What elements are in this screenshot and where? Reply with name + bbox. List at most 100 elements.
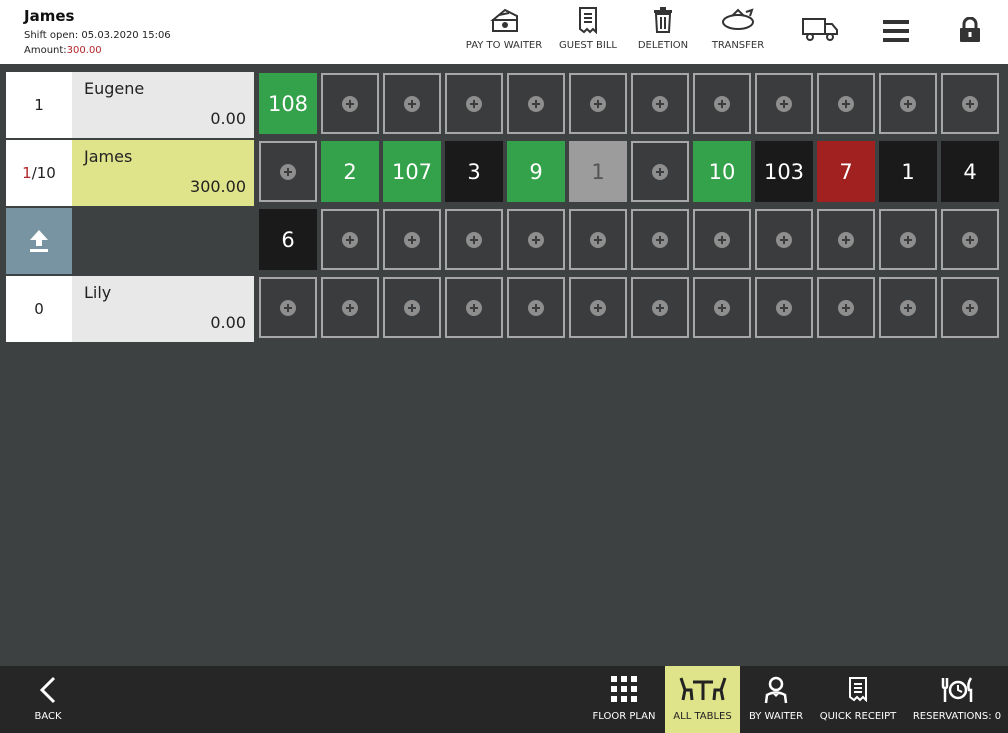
table-cell[interactable]: 3 [445, 141, 503, 202]
table-cell[interactable]: 7 [817, 141, 875, 202]
plus-icon [838, 299, 854, 316]
plus-icon [962, 231, 978, 248]
add-table-button[interactable] [321, 209, 379, 270]
add-table-button[interactable] [383, 277, 441, 338]
waiter-name-label: James [84, 147, 133, 166]
plus-icon [404, 231, 420, 248]
delivery-button[interactable] [800, 16, 840, 68]
plus-icon [342, 95, 358, 112]
quick-receipt-button[interactable]: QUICK RECEIPT [819, 666, 897, 733]
add-table-button[interactable] [445, 73, 503, 134]
table-cell[interactable]: 2 [321, 141, 379, 202]
plus-icon [280, 163, 296, 180]
table-cell[interactable]: 108 [259, 73, 317, 134]
plus-icon [652, 163, 668, 180]
add-table-button[interactable] [879, 209, 937, 270]
waiter-info: Eugene 0.00 [72, 72, 254, 138]
add-table-button[interactable] [569, 277, 627, 338]
plus-icon [590, 231, 606, 248]
plus-icon [652, 95, 668, 112]
add-table-button[interactable] [631, 209, 689, 270]
add-table-button[interactable] [693, 73, 751, 134]
add-table-button[interactable] [879, 277, 937, 338]
add-table-button[interactable] [631, 73, 689, 134]
guest-bill-label: GUEST BILL [559, 40, 617, 51]
add-table-button[interactable] [941, 209, 999, 270]
deletion-button[interactable]: DELETION [637, 6, 689, 58]
add-table-button[interactable] [259, 141, 317, 202]
table-cell[interactable]: 1 [569, 141, 627, 202]
total-count: /10 [31, 164, 56, 182]
add-table-button[interactable] [941, 73, 999, 134]
truck-icon [802, 18, 838, 41]
plus-icon [590, 95, 606, 112]
reservations-button[interactable]: RESERVATIONS: 0 [912, 666, 1002, 733]
add-table-button[interactable] [693, 277, 751, 338]
plus-icon [404, 95, 420, 112]
expand-up-button[interactable] [6, 208, 72, 274]
amount-label: Amount: [24, 45, 67, 56]
add-table-button[interactable] [259, 277, 317, 338]
waiter-info: Lily 0.00 [72, 276, 254, 342]
plus-icon [404, 299, 420, 316]
add-table-button[interactable] [817, 73, 875, 134]
waiter-row-eugene[interactable]: 1 Eugene 0.00 [6, 72, 254, 138]
plus-icon [900, 95, 916, 112]
plus-icon [342, 231, 358, 248]
menu-button[interactable] [882, 20, 910, 72]
table-cell[interactable]: 107 [383, 141, 441, 202]
add-table-button[interactable] [445, 209, 503, 270]
add-table-button[interactable] [941, 277, 999, 338]
add-table-button[interactable] [507, 277, 565, 338]
waiter-table-count: 0 [6, 276, 72, 342]
add-table-button[interactable] [817, 277, 875, 338]
add-table-button[interactable] [507, 73, 565, 134]
all-tables-button[interactable]: ALL TABLES [665, 666, 740, 733]
trash-icon [654, 7, 672, 33]
lock-button[interactable] [958, 17, 982, 69]
plus-icon [900, 299, 916, 316]
plus-icon [528, 231, 544, 248]
amount-info: Amount:300.00 [24, 45, 102, 56]
add-table-button[interactable] [507, 209, 565, 270]
add-table-button[interactable] [817, 209, 875, 270]
table-cell[interactable]: 9 [507, 141, 565, 202]
add-table-button[interactable] [569, 209, 627, 270]
plus-icon [714, 231, 730, 248]
back-label: BACK [34, 711, 62, 722]
add-table-button[interactable] [631, 277, 689, 338]
waiter-row-lily[interactable]: 0 Lily 0.00 [6, 276, 254, 342]
waiter-amount: 300.00 [190, 177, 246, 196]
add-table-button[interactable] [321, 277, 379, 338]
amount-value: 300.00 [66, 45, 102, 56]
table-cell[interactable]: 6 [259, 209, 317, 270]
by-waiter-button[interactable]: BY WAITER [746, 666, 806, 733]
waiter-name-label: Lily [84, 283, 112, 302]
pay-to-waiter-button[interactable]: PAY TO WAITER [466, 6, 542, 58]
back-button[interactable]: BACK [22, 666, 74, 733]
plus-icon [466, 299, 482, 316]
floor-plan-label: FLOOR PLAN [592, 711, 656, 722]
add-table-button[interactable] [569, 73, 627, 134]
add-table-button[interactable] [693, 209, 751, 270]
add-table-button[interactable] [631, 141, 689, 202]
floor-plan-button[interactable]: FLOOR PLAN [590, 666, 658, 733]
add-table-button[interactable] [755, 73, 813, 134]
plus-icon [714, 95, 730, 112]
add-table-button[interactable] [383, 209, 441, 270]
add-table-button[interactable] [755, 209, 813, 270]
add-table-button[interactable] [879, 73, 937, 134]
add-table-button[interactable] [321, 73, 379, 134]
add-table-button[interactable] [755, 277, 813, 338]
table-cell[interactable]: 103 [755, 141, 813, 202]
guest-bill-button[interactable]: GUEST BILL [559, 6, 617, 58]
waiter-row-james[interactable]: 1/10 James 300.00 [6, 140, 254, 206]
transfer-button[interactable]: TRANSFER [711, 6, 765, 58]
add-table-button[interactable] [383, 73, 441, 134]
plus-icon [466, 231, 482, 248]
table-cell[interactable]: 4 [941, 141, 999, 202]
plus-icon [342, 299, 358, 316]
table-cell[interactable]: 10 [693, 141, 751, 202]
table-cell[interactable]: 1 [879, 141, 937, 202]
add-table-button[interactable] [445, 277, 503, 338]
